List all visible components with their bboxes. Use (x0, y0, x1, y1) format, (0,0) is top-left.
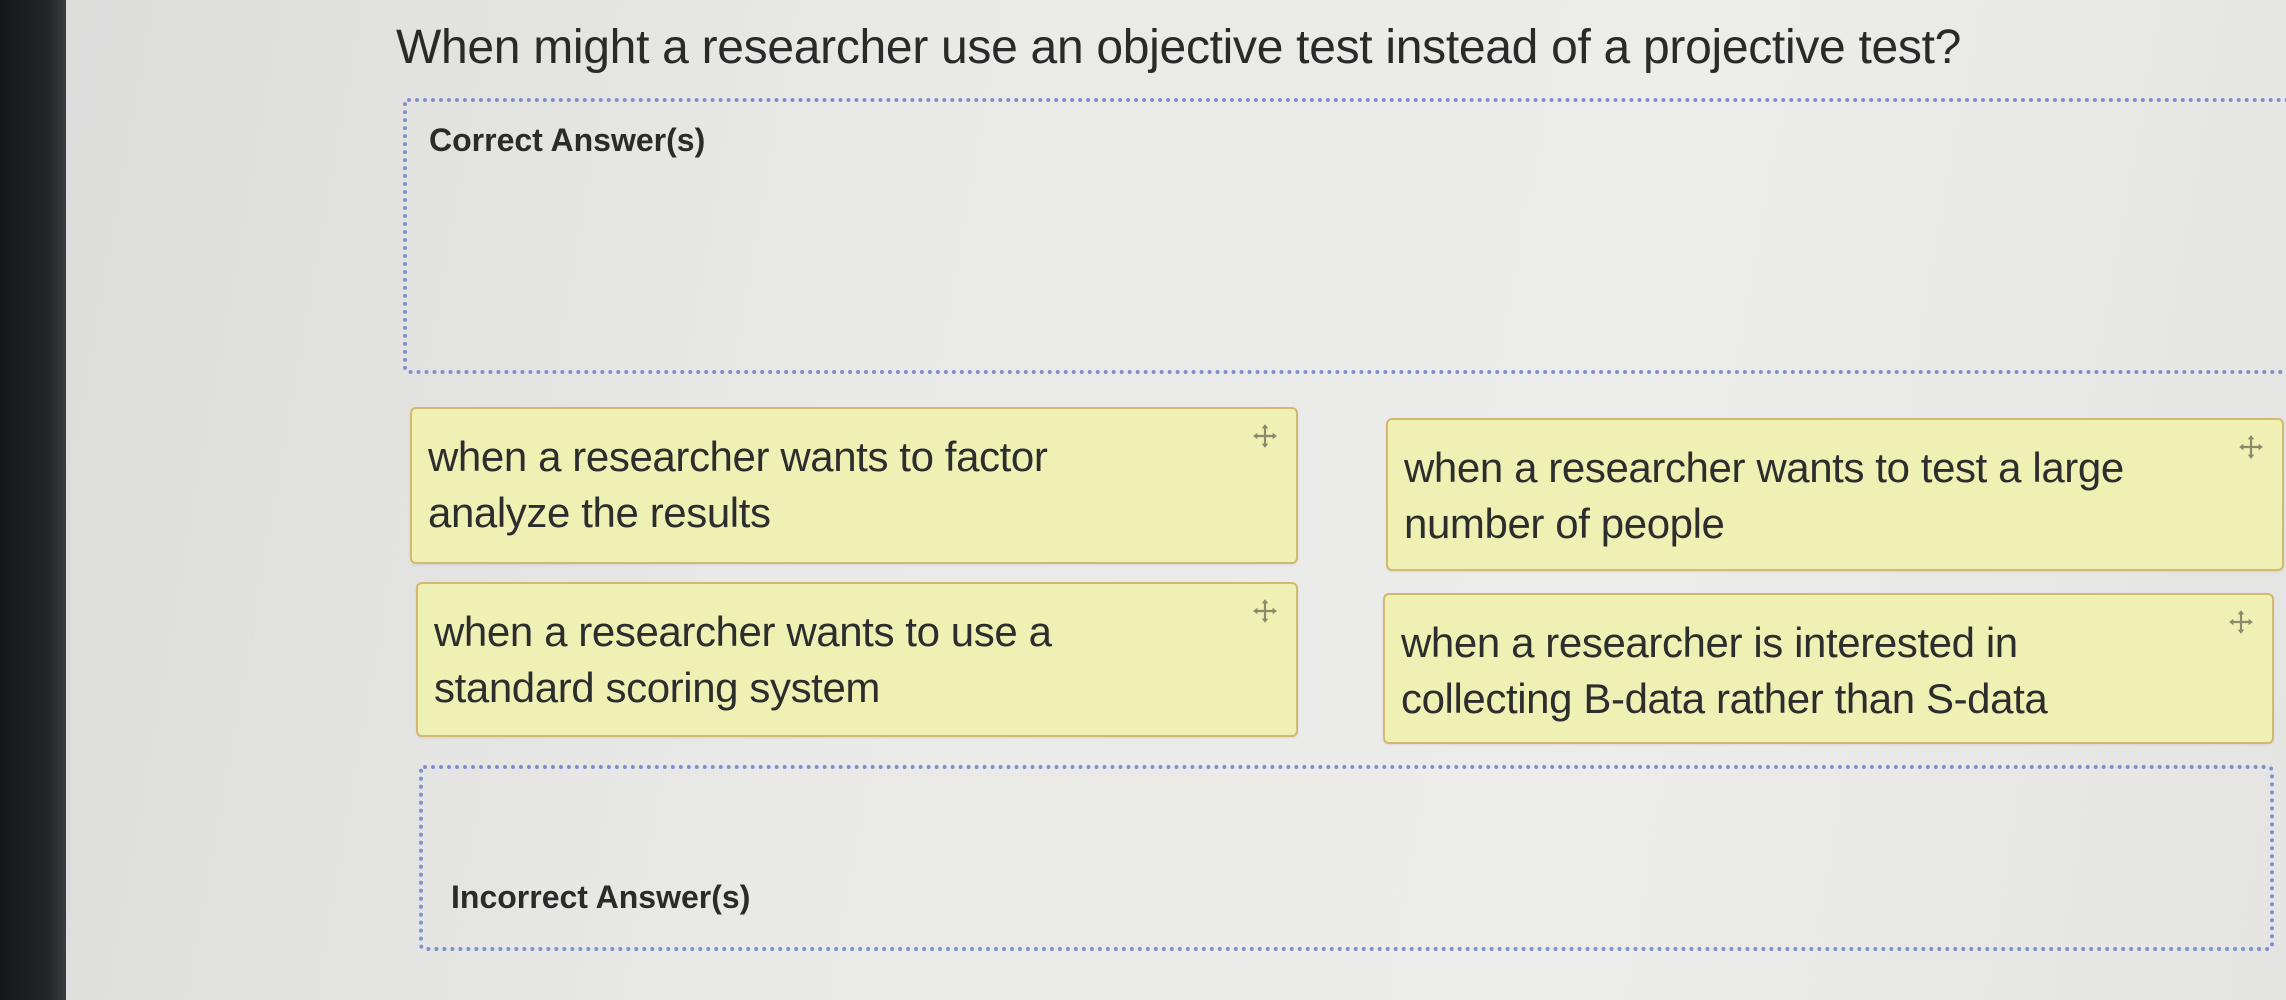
answer-text: when a researcher wants to use a standar… (434, 608, 1052, 711)
device-bezel (0, 0, 66, 1000)
answer-text: when a researcher wants to factor analyz… (428, 433, 1048, 536)
quiz-screen: When might a researcher use an objective… (66, 0, 2286, 1000)
answer-text: when a researcher wants to test a large … (1404, 444, 2124, 547)
correct-answers-label: Correct Answer(s) (429, 122, 706, 158)
answer-card[interactable]: when a researcher is interested in colle… (1383, 593, 2274, 744)
correct-answers-dropzone[interactable]: Correct Answer(s) (403, 98, 2286, 374)
answer-card[interactable]: when a researcher wants to use a standar… (416, 582, 1298, 737)
incorrect-answers-dropzone[interactable]: Incorrect Answer(s) (419, 765, 2274, 951)
incorrect-answers-label: Incorrect Answer(s) (451, 879, 751, 915)
drag-move-icon[interactable] (1252, 598, 1278, 624)
drag-move-icon[interactable] (1252, 423, 1278, 449)
answer-card[interactable]: when a researcher wants to test a large … (1386, 418, 2284, 571)
drag-move-icon[interactable] (2238, 434, 2264, 460)
question-text: When might a researcher use an objective… (396, 21, 1962, 74)
answer-card[interactable]: when a researcher wants to factor analyz… (410, 407, 1298, 564)
answer-text: when a researcher is interested in colle… (1401, 619, 2048, 722)
drag-move-icon[interactable] (2228, 609, 2254, 635)
